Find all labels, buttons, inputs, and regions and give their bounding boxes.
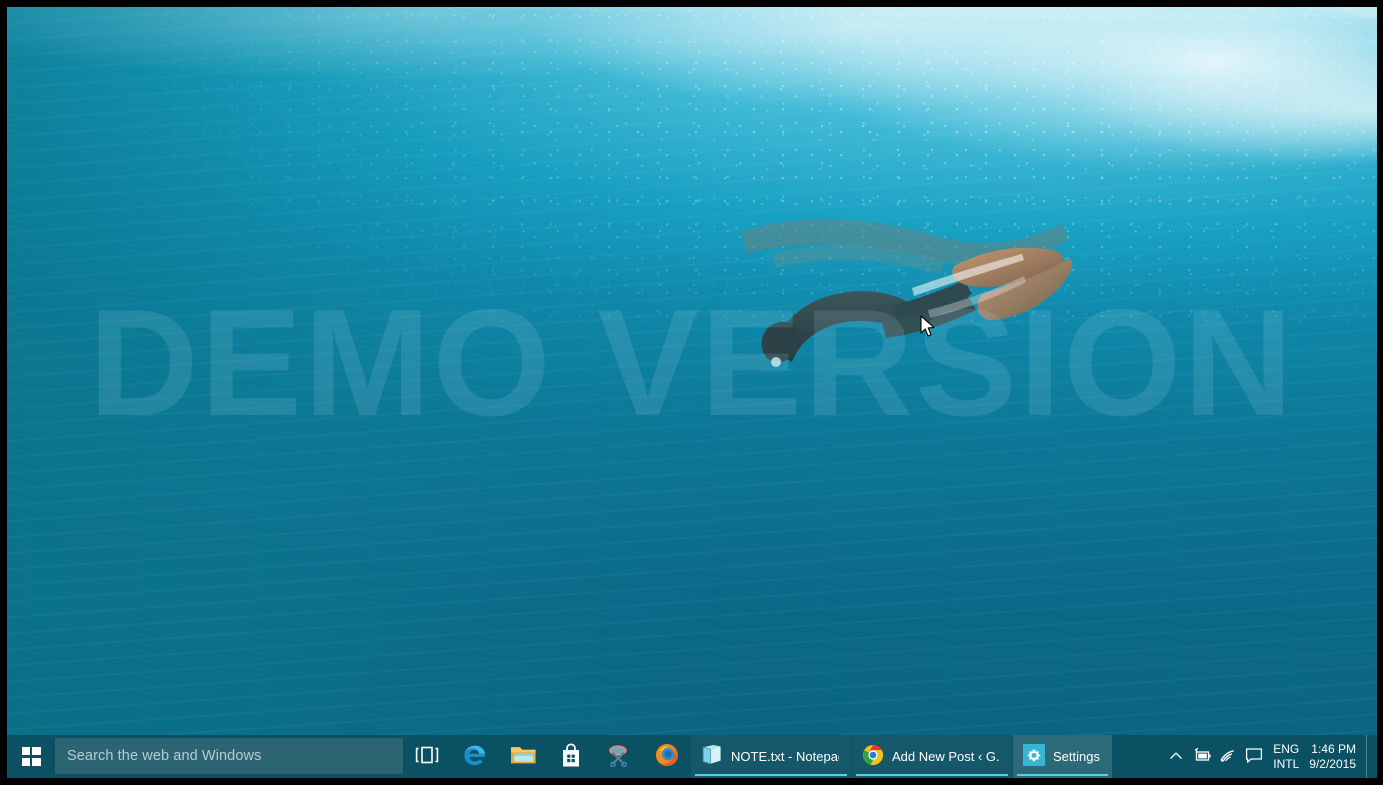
firefox-icon <box>654 742 680 771</box>
system-tray: ENG INTL 1:46 PM 9/2/2015 <box>1163 735 1377 778</box>
language-line2: INTL <box>1273 756 1300 771</box>
notepad-icon <box>701 744 723 769</box>
snipping-tool-icon <box>606 743 632 770</box>
settings-gear-icon <box>1023 744 1045 769</box>
chrome-icon <box>862 744 884 769</box>
wifi-button[interactable] <box>1215 735 1241 778</box>
taskbar[interactable]: Search the web and Windows NOTE.txt - No… <box>7 735 1377 778</box>
diver-figure <box>732 202 1073 377</box>
language-line1: ENG <box>1273 742 1300 757</box>
clock-date: 9/2/2015 <box>1309 756 1356 771</box>
taskbar-app-indicator <box>695 773 847 776</box>
wifi-icon <box>1219 748 1237 766</box>
chevron-up-icon <box>1169 749 1183 764</box>
clock-time: 1:46 PM <box>1311 742 1356 757</box>
firefox-button[interactable] <box>643 735 691 778</box>
action-center-icon <box>1245 747 1263 767</box>
clock[interactable]: 1:46 PM 9/2/2015 <box>1307 742 1366 770</box>
taskbar-app-buttons: NOTE.txt - Notepad Add New Post ‹ G... S… <box>691 735 1113 778</box>
language-indicator[interactable]: ENG INTL <box>1267 742 1307 770</box>
store-icon <box>559 743 583 771</box>
windows-logo-icon <box>21 747 41 766</box>
battery-icon <box>1192 747 1212 766</box>
show-desktop-button[interactable] <box>1366 735 1373 778</box>
taskbar-app-label: Add New Post ‹ G... <box>892 749 1000 764</box>
screenshot-frame: DEMO VERSION Search the web and Windows <box>0 0 1383 785</box>
arrow-cursor <box>920 315 936 339</box>
snipping-tool-button[interactable] <box>595 735 643 778</box>
taskbar-app-indicator <box>856 773 1008 776</box>
taskbar-spacer <box>1113 735 1163 778</box>
taskbar-app-label: Settings <box>1053 749 1100 764</box>
task-view-button[interactable] <box>403 735 451 778</box>
battery-button[interactable] <box>1189 735 1215 778</box>
taskbar-app-indicator <box>1017 773 1108 776</box>
file-explorer-icon <box>510 744 537 769</box>
edge-icon <box>462 742 488 771</box>
desktop[interactable]: DEMO VERSION Search the web and Windows <box>7 7 1377 778</box>
store-button[interactable] <box>547 735 595 778</box>
start-button[interactable] <box>7 735 55 778</box>
taskbar-app-chrome[interactable]: Add New Post ‹ G... <box>852 735 1012 778</box>
edge-button[interactable] <box>451 735 499 778</box>
wallpaper-ripples <box>7 7 1377 778</box>
file-explorer-button[interactable] <box>499 735 547 778</box>
taskbar-app-notepad[interactable]: NOTE.txt - Notepad <box>691 735 851 778</box>
taskbar-app-settings[interactable]: Settings <box>1013 735 1112 778</box>
task-view-icon <box>415 746 439 767</box>
search-placeholder: Search the web and Windows <box>67 748 262 764</box>
taskbar-app-label: NOTE.txt - Notepad <box>731 749 839 764</box>
action-center-button[interactable] <box>1241 735 1267 778</box>
show-hidden-icons-button[interactable] <box>1163 735 1189 778</box>
search-input[interactable]: Search the web and Windows <box>55 738 403 774</box>
pinned-icons <box>403 735 691 778</box>
